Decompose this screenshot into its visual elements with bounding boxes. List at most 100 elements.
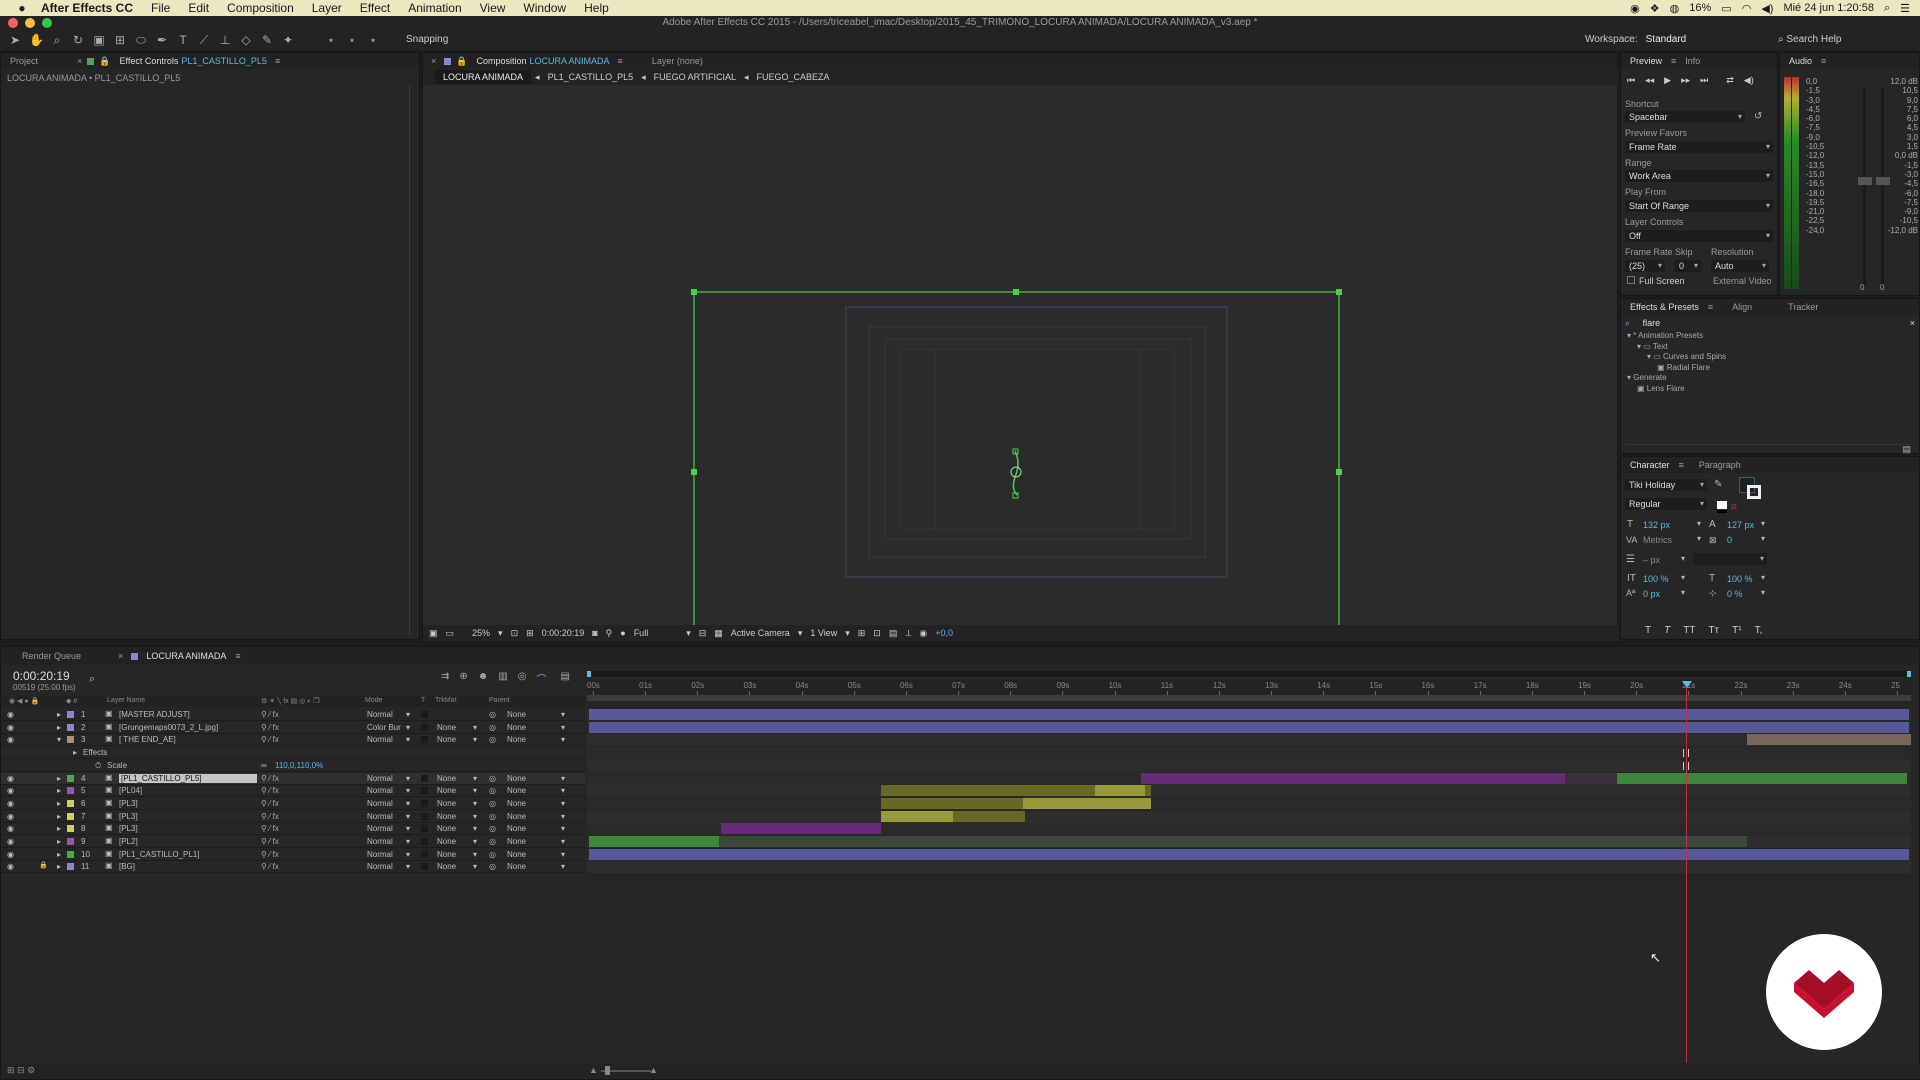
snapping-label[interactable]: Snapping xyxy=(406,34,448,45)
layer-row[interactable]: ◉ ▸ 1 ▣ [MASTER ADJUST] ⚲ ⁄ fx Normal ▾ ◎ None ▾ xyxy=(1,709,585,721)
dropdown-icon[interactable]: ▾ xyxy=(498,628,503,639)
layer-parent[interactable]: None xyxy=(507,799,526,808)
dropdown-icon[interactable]: ▾ xyxy=(561,723,565,732)
playfrom-select[interactable]: Start Of Range xyxy=(1625,200,1773,212)
layer-duration-bar[interactable] xyxy=(1141,772,1565,784)
dropdown-icon[interactable]: ▾ xyxy=(1761,573,1765,582)
layer-mode[interactable]: Normal xyxy=(367,812,393,821)
layer-mode[interactable]: Normal xyxy=(367,850,393,859)
navigator-start-handle[interactable] xyxy=(587,671,591,677)
constrain-proportions-icon[interactable]: ∞ xyxy=(261,761,267,770)
search-layers-icon[interactable]: ⌕ xyxy=(89,673,95,686)
puppet-starch-icon[interactable]: ⋆ xyxy=(366,33,380,47)
dropdown-icon[interactable]: ▾ xyxy=(406,824,410,833)
layer-mode[interactable]: Normal xyxy=(367,799,393,808)
motion-path[interactable] xyxy=(1012,450,1019,496)
expand-layer-icon[interactable]: ▸ xyxy=(57,723,61,732)
fit-icon[interactable]: ⊡ xyxy=(511,628,519,639)
panel-menu-icon[interactable]: ≡ xyxy=(1821,56,1826,66)
tab-paragraph[interactable]: Paragraph xyxy=(1690,460,1750,470)
dropdown-icon[interactable]: ▾ xyxy=(561,850,565,859)
layer-duration-bar[interactable] xyxy=(1095,785,1145,797)
horizontal-scale-value[interactable]: 100 % xyxy=(1727,574,1753,584)
dropdown-icon[interactable]: ▾ xyxy=(473,774,477,783)
layer-row[interactable]: ◉ ▸ 9 ▣ [PL2] ⚲ ⁄ fx Normal ▾ None ▾ ◎ None ▾ xyxy=(1,836,585,848)
effects-tree-item[interactable]: ▣ Lens Flare xyxy=(1637,384,1685,393)
view-select[interactable]: 1 View xyxy=(810,628,837,638)
crumb-2[interactable]: FUEGO ARTIFICIAL xyxy=(646,72,744,82)
preserve-transparency-checkbox[interactable] xyxy=(421,711,428,718)
record-icon[interactable]: ◉ xyxy=(1630,2,1640,15)
time-ruler[interactable]: 00s 01s 02s 03s 04s 05s 06s 07s 08s 09s 10s 11s 12s 1… xyxy=(587,679,1911,695)
spotlight-icon[interactable]: ⌕ xyxy=(1884,2,1890,15)
panel-menu-icon[interactable]: ≡ xyxy=(235,651,240,661)
pickwhip-icon[interactable]: ◎ xyxy=(489,774,496,783)
visibility-icon[interactable]: ◉ xyxy=(7,723,14,732)
transparency-icon[interactable]: ▦ xyxy=(714,628,723,639)
tab-character[interactable]: Character xyxy=(1621,460,1679,470)
visibility-icon[interactable]: ◉ xyxy=(7,850,14,859)
superscript-button[interactable]: T¹ xyxy=(1732,625,1741,636)
camera-tool-icon[interactable]: ▣ xyxy=(92,33,106,47)
no-color-icon[interactable]: ⧄ xyxy=(1731,501,1737,512)
handle-top[interactable] xyxy=(1013,289,1019,295)
tab-info[interactable]: Info xyxy=(1676,56,1709,66)
dropdown-icon[interactable]: ▾ xyxy=(406,723,410,732)
zoom-in-icon[interactable]: ▲ xyxy=(649,1065,658,1075)
layer-label-color[interactable] xyxy=(67,799,74,807)
panel-menu-icon[interactable]: ≡ xyxy=(1708,302,1713,312)
lock-icon[interactable]: 🔒 xyxy=(99,56,110,67)
preserve-transparency-checkbox[interactable] xyxy=(421,799,428,807)
layerctrl-select[interactable]: Off xyxy=(1625,230,1773,242)
camera-select[interactable]: Active Camera xyxy=(731,628,790,638)
dropdown-icon[interactable]: ▾ xyxy=(561,824,565,833)
preserve-transparency-checkbox[interactable] xyxy=(421,787,428,795)
layer-label-color[interactable] xyxy=(67,774,74,782)
white-swatch[interactable] xyxy=(1717,501,1727,509)
mode-header[interactable]: Mode xyxy=(365,697,383,704)
pickwhip-icon[interactable]: ◎ xyxy=(489,786,496,795)
fullscreen-checkbox[interactable] xyxy=(1627,276,1635,284)
tab-composition[interactable]: Composition xyxy=(467,56,529,66)
dropdown-icon[interactable]: ▾ xyxy=(473,786,477,795)
expand-layer-icon[interactable]: ▸ xyxy=(57,812,61,821)
menu-layer[interactable]: Layer xyxy=(303,1,351,15)
dropdown-icon[interactable]: ▾ xyxy=(561,710,565,719)
last-frame-icon[interactable]: ⏭ xyxy=(1700,75,1708,86)
layer-duration-bar[interactable] xyxy=(881,810,953,822)
layer-row[interactable]: ◉ ▸ 10 ▣ [PL1_CASTILLO_PL1] ⚲ ⁄ fx Normal ▾ None… xyxy=(1,848,585,861)
layer-label-color[interactable] xyxy=(67,825,74,833)
dropdown-icon[interactable]: ▾ xyxy=(473,735,477,744)
dropdown-icon[interactable]: ▾ xyxy=(1697,519,1701,528)
volume-icon[interactable]: ◀) xyxy=(1761,2,1773,15)
subscript-button[interactable]: T, xyxy=(1755,625,1763,636)
crumb-1[interactable]: PL1_CASTILLO_PL5 xyxy=(540,72,642,82)
layer-label-color[interactable] xyxy=(67,838,74,845)
expand-layer-icon[interactable]: ▸ xyxy=(57,837,61,846)
faux-italic-button[interactable]: T xyxy=(1664,625,1670,636)
dropdown-icon[interactable]: ▾ xyxy=(1681,554,1685,563)
dropdown-icon[interactable]: ▾ xyxy=(561,862,565,871)
layer-trkmat[interactable]: None xyxy=(437,799,456,808)
pickwhip-icon[interactable]: ◎ xyxy=(489,850,496,859)
puppet-overlap-icon[interactable]: ⋆ xyxy=(345,33,359,47)
battery-percent[interactable]: 16% xyxy=(1689,2,1711,14)
shy-icon[interactable]: ☻ xyxy=(478,671,489,686)
toggle-switches-icon[interactable]: ⊞ ⊟ ⚙ xyxy=(7,1065,35,1076)
vertical-scale-value[interactable]: 100 % xyxy=(1643,574,1669,584)
menu-clock[interactable]: Mié 24 jun 1:20:58 xyxy=(1783,2,1874,14)
always-preview-icon[interactable]: ▣ xyxy=(429,628,438,639)
layer-parent[interactable]: None xyxy=(507,850,526,859)
tab-effect-controls[interactable]: Effect Controls xyxy=(111,56,182,66)
tab-render-queue[interactable]: Render Queue xyxy=(13,651,90,661)
shortcut-select[interactable]: Spacebar xyxy=(1625,111,1745,123)
kerning-value[interactable]: Metrics xyxy=(1643,535,1672,545)
eyedropper-icon[interactable]: ✎ xyxy=(1714,479,1722,490)
layer-label-color[interactable] xyxy=(67,736,74,744)
expand-layer-icon[interactable]: ▸ xyxy=(57,774,61,783)
first-frame-icon[interactable]: ⏮ xyxy=(1627,75,1635,86)
crumb-0[interactable]: LOCURA ANIMADA xyxy=(435,70,532,84)
dropdown-icon[interactable]: ▾ xyxy=(1761,588,1765,597)
layer-switches-icon[interactable]: ⚲ ⁄ fx xyxy=(261,824,279,833)
panel-menu-icon[interactable]: ≡ xyxy=(1679,460,1684,470)
